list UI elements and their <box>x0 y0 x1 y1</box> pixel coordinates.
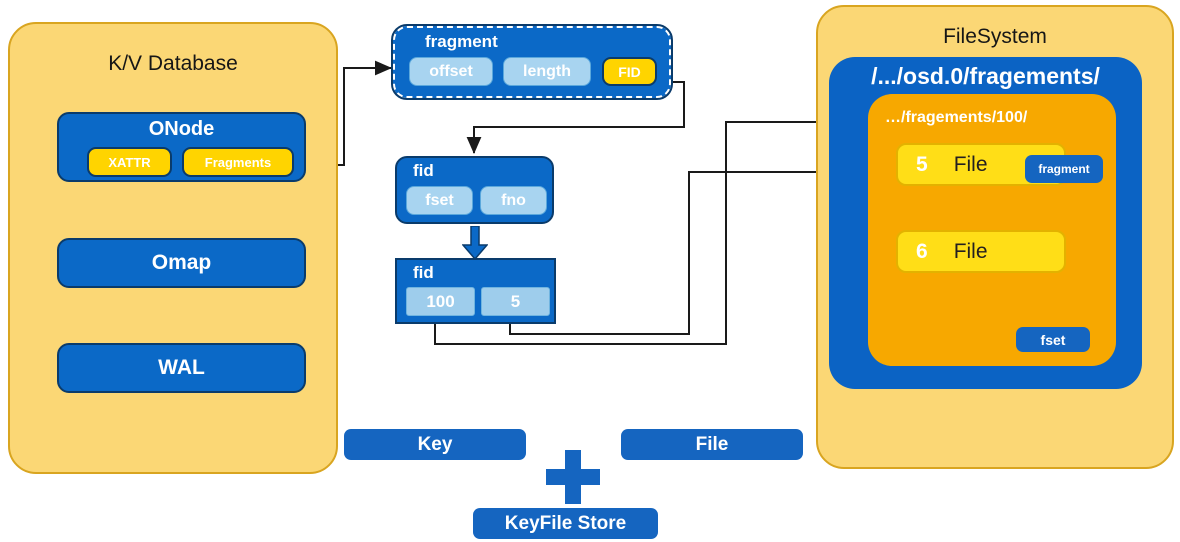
fragments-100-path-label: …/fragements/100/ <box>885 109 1028 126</box>
file-5-number: 5 <box>916 152 928 176</box>
kv-database-title: K/V Database <box>108 52 238 75</box>
file-5-fragment-badge-label: fragment <box>1038 162 1090 176</box>
file-6-label: File <box>953 239 988 263</box>
omap-box[interactable]: Omap <box>57 238 306 288</box>
fid-values-title: fid <box>413 263 434 282</box>
file-5-label: File <box>953 152 988 176</box>
file-5-fragment-badge[interactable]: fragment <box>1025 155 1103 183</box>
fid-fno-value-label: 5 <box>510 291 521 311</box>
wal-label: WAL <box>158 356 205 379</box>
fset-badge[interactable]: fset <box>1016 327 1090 352</box>
fragment-fid-field[interactable]: FID <box>602 57 657 86</box>
fid-values-box[interactable]: fid 100 5 <box>395 258 556 324</box>
fid-fno-value[interactable]: 5 <box>481 287 550 316</box>
fid-fno-label: fno <box>501 191 526 209</box>
fid-fset-value-label: 100 <box>426 291 455 311</box>
fid-transform-arrow-icon <box>462 226 488 260</box>
legend-file-label: File <box>695 433 729 455</box>
fid-struct-title: fid <box>413 161 434 180</box>
fid-fset-field[interactable]: fset <box>406 186 473 215</box>
filesystem-root-path-label: /.../osd.0/fragements/ <box>871 63 1100 89</box>
legend-key-box[interactable]: Key <box>344 429 526 460</box>
fragments-100-dir[interactable]: …/fragements/100/ 5 File fragment 6 File… <box>868 94 1116 366</box>
fid-struct-box[interactable]: fid fset fno <box>395 156 554 224</box>
fragment-struct-title: fragment <box>425 32 498 51</box>
plus-icon <box>546 450 600 504</box>
fid-fno-field[interactable]: fno <box>480 186 547 215</box>
legend-keyfile-store-label: KeyFile Store <box>504 512 627 534</box>
omap-label: Omap <box>151 251 212 274</box>
fragment-struct-box[interactable]: fragment offset length FID <box>391 24 673 100</box>
fset-badge-label: fset <box>1040 331 1066 348</box>
file-6-number: 6 <box>916 239 928 263</box>
xattr-label: XATTR <box>108 154 151 170</box>
legend-keyfile-store-box[interactable]: KeyFile Store <box>473 508 658 539</box>
fragments-label: Fragments <box>204 154 272 170</box>
file-6-box[interactable]: 6 File <box>896 230 1066 273</box>
fid-fset-value[interactable]: 100 <box>406 287 475 316</box>
fragment-length-field[interactable]: length <box>503 57 591 86</box>
onode-title: ONode <box>148 118 215 140</box>
fragments-chip[interactable]: Fragments <box>182 147 294 177</box>
diagram-canvas: K/V Database ONode XATTR Fragments Omap … <box>0 0 1180 542</box>
fid-fset-label: fset <box>425 191 454 209</box>
filesystem-title: FileSystem <box>943 25 1047 48</box>
fragment-offset-label: offset <box>429 62 473 80</box>
fragment-length-label: length <box>523 62 571 80</box>
xattr-chip[interactable]: XATTR <box>87 147 172 177</box>
wal-box[interactable]: WAL <box>57 343 306 393</box>
fragment-fid-label: FID <box>618 63 641 80</box>
fragment-offset-field[interactable]: offset <box>409 57 493 86</box>
onode-box[interactable]: ONode XATTR Fragments <box>57 112 306 182</box>
legend-file-box[interactable]: File <box>621 429 803 460</box>
legend-key-label: Key <box>417 433 453 455</box>
